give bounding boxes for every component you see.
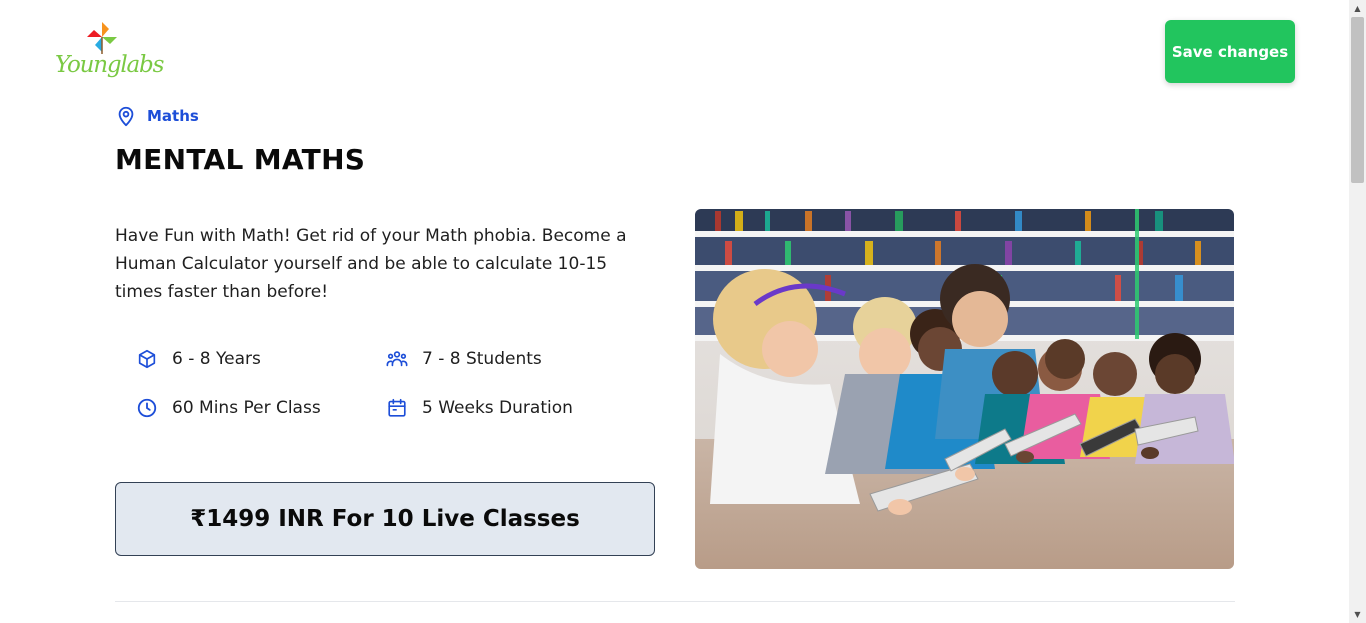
cube-icon — [138, 349, 156, 369]
feature-students-label: 7 - 8 Students — [422, 349, 542, 369]
scroll-thumb[interactable] — [1351, 17, 1364, 183]
feature-age: 6 - 8 Years — [136, 348, 261, 370]
price-label: ₹1499 INR For 10 Live Classes — [190, 506, 580, 532]
course-description: Have Fun with Math! Get rid of your Math… — [115, 226, 627, 302]
feature-weeks: 5 Weeks Duration — [386, 397, 573, 419]
course-hero-image — [695, 209, 1234, 569]
course-category: Maths — [115, 104, 199, 128]
section-divider — [115, 601, 1235, 602]
pinwheel-icon — [87, 22, 117, 54]
course-title: MENTAL MATHS — [115, 143, 366, 176]
brand-logo[interactable]: Younglabs — [55, 20, 164, 84]
feature-age-label: 6 - 8 Years — [172, 349, 261, 369]
user-group-icon — [386, 351, 408, 367]
price-box[interactable]: ₹1499 INR For 10 Live Classes — [115, 482, 655, 556]
brand-name: Younglabs — [55, 52, 164, 78]
children-reading-illustration — [695, 209, 1234, 569]
save-changes-button[interactable]: Save changes — [1165, 20, 1295, 83]
clock-icon — [137, 398, 157, 418]
scroll-down-arrow-icon[interactable]: ▼ — [1349, 606, 1366, 623]
page-scrollbar[interactable]: ▲ ▼ — [1349, 0, 1366, 623]
feature-weeks-label: 5 Weeks Duration — [422, 398, 573, 418]
calendar-icon — [388, 398, 406, 417]
map-pin-icon — [118, 106, 134, 127]
scroll-up-arrow-icon[interactable]: ▲ — [1349, 0, 1366, 17]
feature-class-time-label: 60 Mins Per Class — [172, 398, 321, 418]
category-label: Maths — [147, 107, 199, 125]
feature-class-time: 60 Mins Per Class — [136, 397, 321, 419]
feature-students: 7 - 8 Students — [386, 348, 542, 370]
